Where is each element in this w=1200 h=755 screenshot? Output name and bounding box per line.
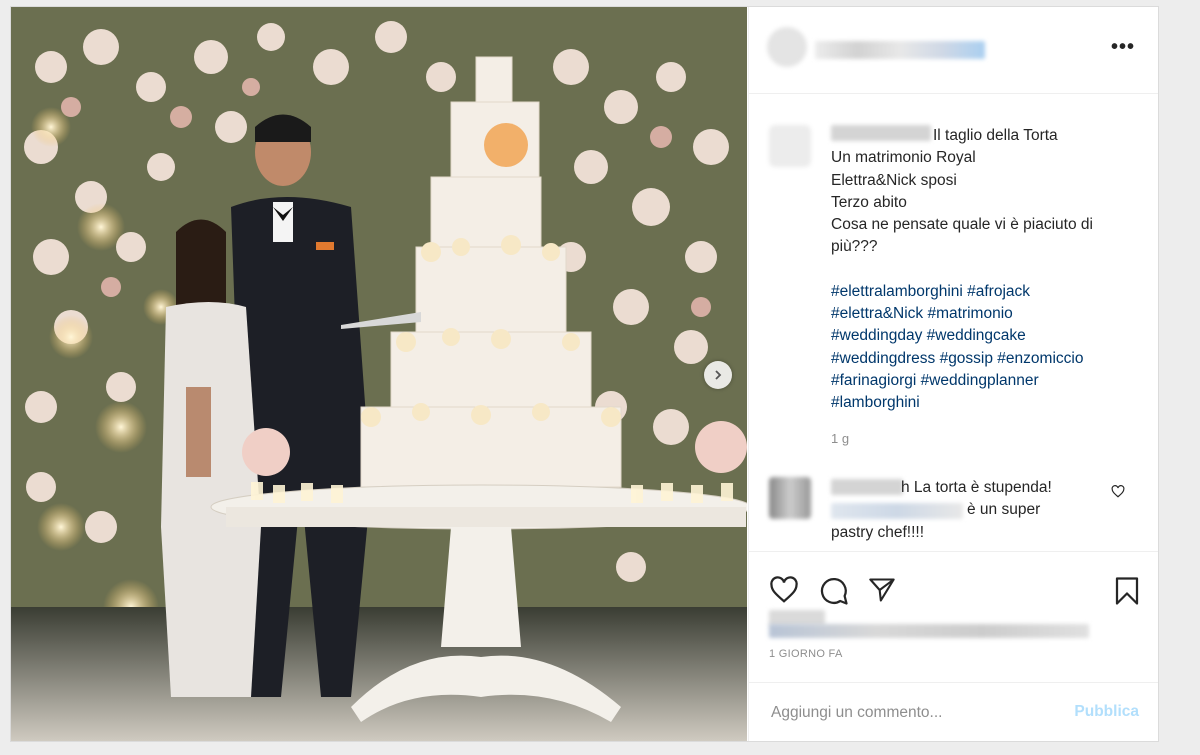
heart-icon [1111, 485, 1125, 498]
comment-icon [820, 578, 848, 605]
publish-button[interactable]: Pubblica [1074, 703, 1139, 721]
like-button[interactable] [769, 576, 799, 609]
comment-text: h La torta è stupenda! è un super pastry… [831, 477, 1111, 544]
avatar[interactable] [767, 27, 807, 67]
post-header: ••• [749, 7, 1158, 94]
comment-input[interactable] [769, 701, 1053, 725]
chevron-right-icon [715, 370, 722, 380]
hashtag-line[interactable]: #elettra&Nick #matrimonio [831, 303, 1131, 325]
share-icon [869, 578, 895, 602]
share-button[interactable] [867, 576, 897, 609]
wedding-cake-photo [11, 7, 747, 741]
comment-composer: Pubblica [749, 682, 1158, 741]
bookmark-icon [1115, 577, 1139, 605]
caption-line: Terzo abito [831, 193, 907, 211]
bookmark-button[interactable] [1113, 576, 1141, 611]
comment-line: pastry chef!!!! [831, 523, 925, 541]
likes-text-blurred[interactable] [769, 624, 1089, 638]
heart-icon [770, 576, 798, 603]
caption-line: più??? [831, 238, 878, 256]
hashtag-line[interactable]: #lamborghini [831, 392, 1131, 414]
post-sidebar: ••• Il taglio della Torta Un matrimonio … [748, 7, 1158, 741]
post-timestamp[interactable]: 1 GIORNO FA [769, 648, 843, 660]
instagram-post: ••• Il taglio della Torta Un matrimonio … [10, 6, 1159, 742]
caption-line: Un matrimonio Royal [831, 149, 976, 167]
caption-line: Il taglio della Torta [933, 127, 1058, 144]
hashtag-line[interactable]: #weddingdress #gossip #enzomiccio [831, 348, 1131, 370]
caption-timestamp[interactable]: 1 g [831, 431, 849, 446]
next-photo-button[interactable] [704, 361, 732, 389]
caption-line: Cosa ne pensate quale vi è piaciuto di [831, 216, 1093, 234]
comment-line: h La torta è stupenda! [901, 479, 1052, 496]
commenter-avatar[interactable] [769, 125, 811, 167]
hashtag-line[interactable]: #farinagiorgi #weddingplanner [831, 370, 1131, 392]
comment-button[interactable] [819, 576, 849, 611]
username-blurred[interactable] [815, 41, 985, 59]
hashtag-list: #elettralamborghini #afrojack #elettra&N… [831, 281, 1131, 415]
post-caption: Il taglio della Torta Un matrimonio Roya… [831, 125, 1131, 415]
caption-line: Elettra&Nick sposi [831, 171, 957, 189]
hashtag-line[interactable]: #elettralamborghini #afrojack [831, 281, 1131, 303]
comment-line: è un super [967, 501, 1041, 519]
more-options-button[interactable]: ••• [1111, 37, 1135, 57]
comment-like-button[interactable] [1111, 485, 1125, 503]
hashtag-line[interactable]: #weddingday #weddingcake [831, 325, 1131, 347]
post-photo[interactable] [11, 7, 747, 741]
comment-avatar[interactable] [769, 477, 811, 519]
